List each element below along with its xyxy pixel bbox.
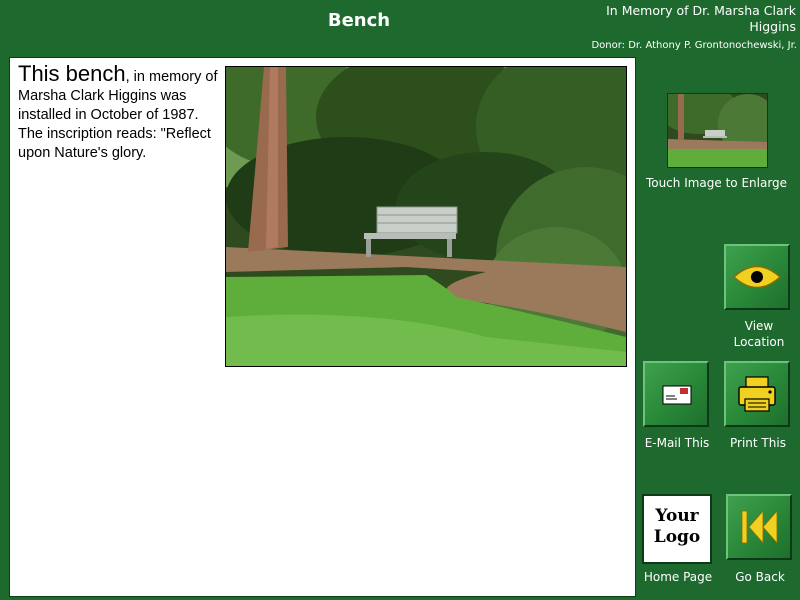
print-button[interactable] [724, 361, 790, 427]
email-button[interactable] [643, 361, 709, 427]
eye-icon [732, 265, 782, 289]
print-label[interactable]: Print This [722, 435, 794, 451]
rewind-icon [741, 509, 778, 545]
envelope-icon [662, 385, 692, 405]
memorial-text: In Memory of Dr. Marsha Clark Higgins [606, 3, 796, 34]
logo-line-2: Logo [653, 527, 701, 547]
home-page-label[interactable]: Home Page [636, 569, 720, 585]
printer-icon [738, 376, 776, 412]
content-panel: This bench, in memory of Marsha Clark Hi… [9, 57, 636, 597]
thumbnail-label: Touch Image to Enlarge [645, 176, 788, 190]
logo-line-1: Your [655, 506, 699, 526]
go-back-button[interactable] [726, 494, 792, 560]
go-back-label[interactable]: Go Back [724, 569, 796, 585]
view-location-label[interactable]: View Location [724, 318, 794, 350]
description-lead: This bench [18, 61, 126, 86]
bench-thumbnail[interactable] [667, 93, 768, 168]
view-location-button[interactable] [724, 244, 790, 310]
description: This bench, in memory of Marsha Clark Hi… [18, 61, 219, 163]
bench-photo [225, 66, 627, 367]
donor-text: Donor: Dr. Athony P. Grontonochewski, Jr… [591, 40, 797, 51]
email-label[interactable]: E-Mail This [640, 435, 714, 451]
home-logo-button[interactable]: Your Logo [642, 494, 712, 564]
